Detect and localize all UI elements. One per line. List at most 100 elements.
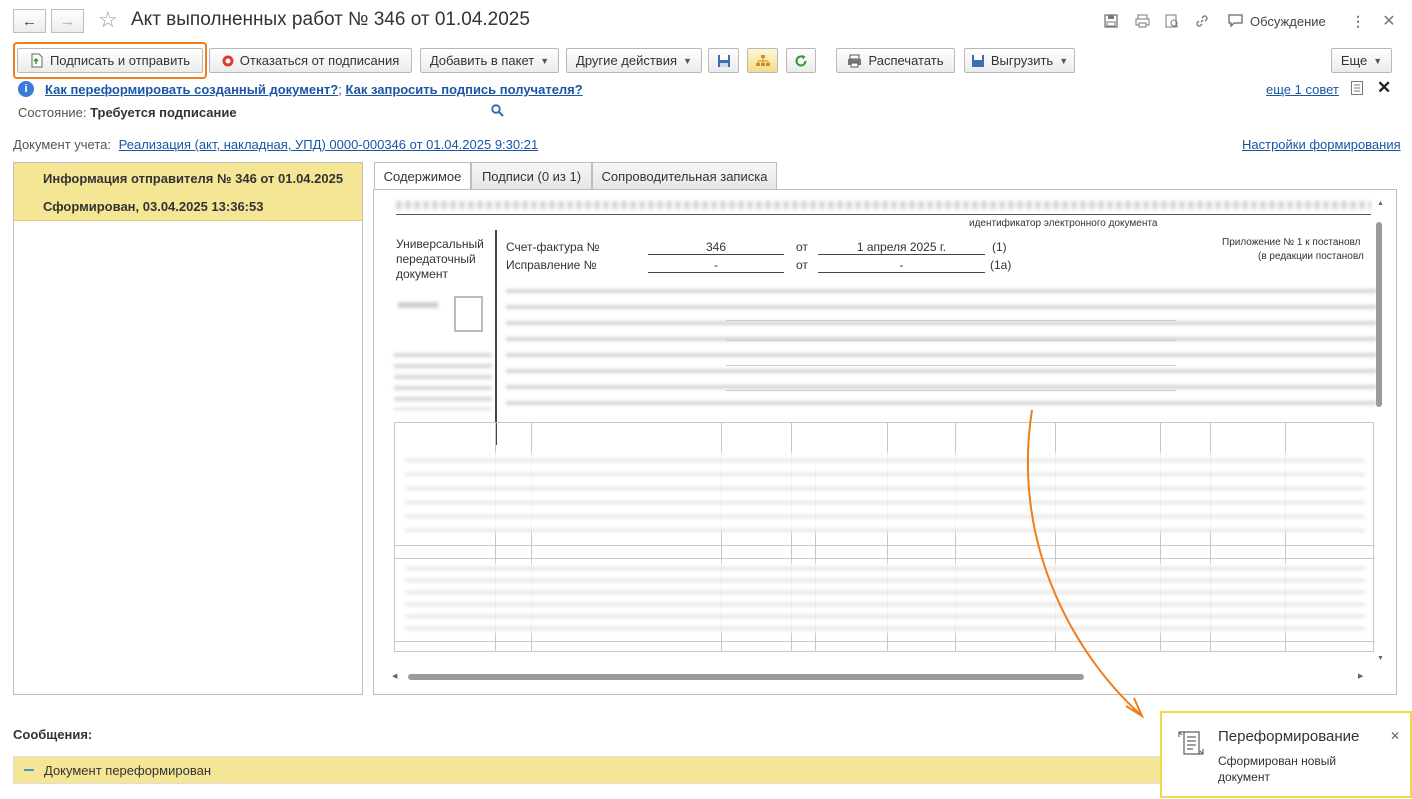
forward-button[interactable]: → — [51, 9, 84, 33]
accounting-doc-link[interactable]: Реализация (акт, накладная, УПД) 0000-00… — [119, 137, 539, 152]
chevron-down-icon: ▼ — [1059, 55, 1069, 66]
hint-link-reform[interactable]: Как переформировать созданный документ? — [45, 82, 338, 97]
export-label: Выгрузить — [990, 53, 1054, 68]
invoice-code: (1) — [992, 240, 1007, 254]
document-list-panel: Информация отправителя № 346 от 01.04.20… — [13, 162, 363, 695]
divider-line — [726, 320, 1176, 321]
list-item-label: Информация отправителя № 346 от 01.04.20… — [43, 171, 344, 186]
more-vertical-icon[interactable]: ⋮ — [1349, 12, 1367, 30]
link-icon[interactable] — [1193, 12, 1211, 30]
blurred-table-header — [405, 453, 1365, 533]
discussion-icon[interactable] — [1226, 12, 1244, 30]
tips-list-icon[interactable] — [1351, 81, 1363, 98]
notification-title: Переформирование — [1218, 728, 1360, 745]
scroll-down-icon[interactable]: ▼ — [1377, 655, 1384, 662]
list-item-generated[interactable]: Сформирован, 03.04.2025 13:36:53 — [14, 194, 362, 221]
search-icon[interactable] — [491, 104, 504, 120]
status-box — [454, 296, 483, 332]
sign-and-send-button[interactable]: Подписать и отправить — [17, 48, 203, 73]
upd-title-line: документ — [396, 267, 448, 281]
accounting-doc-row: Документ учета: Реализация (акт, накладн… — [13, 137, 538, 152]
hint-link-request-sign[interactable]: Как запросить подпись получателя? — [346, 82, 583, 97]
preview-icon[interactable] — [1163, 12, 1181, 30]
discussion-link[interactable]: Обсуждение — [1250, 14, 1326, 29]
chevron-down-icon: ▼ — [1373, 55, 1383, 66]
correction-from: от — [796, 258, 808, 272]
invoice-from: от — [796, 240, 808, 254]
hint-separator: ; — [338, 82, 342, 97]
more-label: Еще — [1340, 53, 1368, 68]
message-text: Документ переформирован — [44, 762, 211, 778]
document-preview[interactable]: идентификатор электронного документа Уни… — [373, 189, 1397, 695]
favorite-star-icon[interactable]: ☆ — [98, 7, 118, 33]
more-tips-link[interactable]: еще 1 совет — [1266, 82, 1339, 97]
vertical-scrollbar[interactable]: ▲ ▼ — [1374, 200, 1384, 662]
document-reform-icon — [1178, 731, 1204, 755]
arrow-left-icon: ← — [22, 12, 37, 30]
printer-icon — [848, 54, 862, 67]
floppy-icon — [717, 54, 730, 67]
refuse-sign-label: Отказаться от подписания — [239, 53, 400, 68]
tab-cover-note[interactable]: Сопроводительная записка — [592, 162, 777, 189]
close-window-icon[interactable]: ✕ — [1380, 12, 1398, 30]
close-hints-icon[interactable]: ✕ — [1377, 78, 1391, 98]
chevron-down-icon: ▼ — [683, 55, 692, 66]
invoice-label: Счет-фактура № — [506, 240, 600, 254]
divider-line — [726, 340, 1176, 341]
other-actions-button[interactable]: Другие действия ▼ — [566, 48, 702, 73]
print-icon[interactable] — [1133, 12, 1151, 30]
chevron-down-icon: ▼ — [540, 55, 550, 66]
blurred-table-rows — [405, 563, 1365, 633]
save-icon[interactable] — [1102, 12, 1120, 30]
message-item[interactable]: Документ переформирован — [13, 756, 1161, 784]
print-label: Распечатать — [868, 53, 944, 68]
list-item-sender-info[interactable]: Информация отправителя № 346 от 01.04.20… — [14, 163, 362, 194]
notification-body-line: документ — [1218, 770, 1270, 784]
messages-heading: Сообщения: — [13, 727, 93, 742]
stop-icon — [222, 55, 234, 66]
tab-signatures[interactable]: Подписи (0 из 1) — [471, 162, 592, 189]
annotation-arrow — [1026, 409, 1145, 719]
upd-title-line: передаточный — [396, 252, 476, 266]
id-underline — [396, 214, 1371, 215]
refresh-button[interactable] — [786, 48, 816, 73]
correction-code: (1а) — [990, 258, 1012, 272]
close-notification-icon[interactable]: ✕ — [1390, 729, 1400, 743]
goods-table — [394, 422, 1375, 652]
refuse-sign-button[interactable]: Отказаться от подписания — [209, 48, 412, 73]
floppy-export-icon — [971, 54, 984, 67]
appendix-note: Приложение № 1 к постановл — [1222, 237, 1361, 248]
more-button[interactable]: Еще ▼ — [1331, 48, 1392, 73]
state-label: Состояние: — [18, 105, 87, 120]
back-button[interactable]: ← — [13, 9, 46, 33]
horizontal-scroll-thumb[interactable] — [408, 674, 1084, 680]
export-button[interactable]: Выгрузить ▼ — [964, 48, 1075, 73]
horizontal-scrollbar[interactable]: ◀ ▶ — [392, 672, 1367, 682]
other-actions-label: Другие действия — [576, 53, 678, 68]
structure-button[interactable] — [747, 48, 778, 73]
tab-label: Содержимое — [383, 169, 462, 184]
hints-row: Как переформировать созданный документ?;… — [45, 82, 583, 97]
sign-document-icon — [31, 53, 43, 68]
scroll-right-icon[interactable]: ▶ — [1358, 672, 1363, 680]
print-button[interactable]: Распечатать — [836, 48, 955, 73]
upd-title: Универсальный передаточный документ — [396, 237, 484, 282]
appendix-note-2: (в редакции постановл — [1258, 251, 1364, 262]
collapse-icon[interactable] — [24, 769, 34, 771]
sign-and-send-label: Подписать и отправить — [49, 53, 191, 68]
info-icon: i — [18, 81, 34, 97]
invoice-date: 1 апреля 2025 г. — [818, 240, 985, 255]
tab-label: Подписи (0 из 1) — [481, 168, 582, 184]
blurred-parties-block — [506, 285, 1376, 415]
state-value: Требуется подписание — [90, 105, 237, 120]
generation-settings-link[interactable]: Настройки формирования — [1242, 137, 1401, 152]
accounting-doc-label: Документ учета: — [13, 137, 112, 152]
notification-popup: Переформирование Сформирован новый докум… — [1160, 711, 1412, 798]
add-to-package-button[interactable]: Добавить в пакет ▼ — [420, 48, 559, 73]
scroll-up-icon[interactable]: ▲ — [1377, 200, 1384, 207]
tab-content[interactable]: Содержимое — [374, 162, 471, 190]
invoice-number: 346 — [648, 240, 784, 255]
save-button[interactable] — [708, 48, 739, 73]
vertical-scroll-thumb[interactable] — [1376, 222, 1382, 407]
scroll-left-icon[interactable]: ◀ — [392, 672, 397, 680]
